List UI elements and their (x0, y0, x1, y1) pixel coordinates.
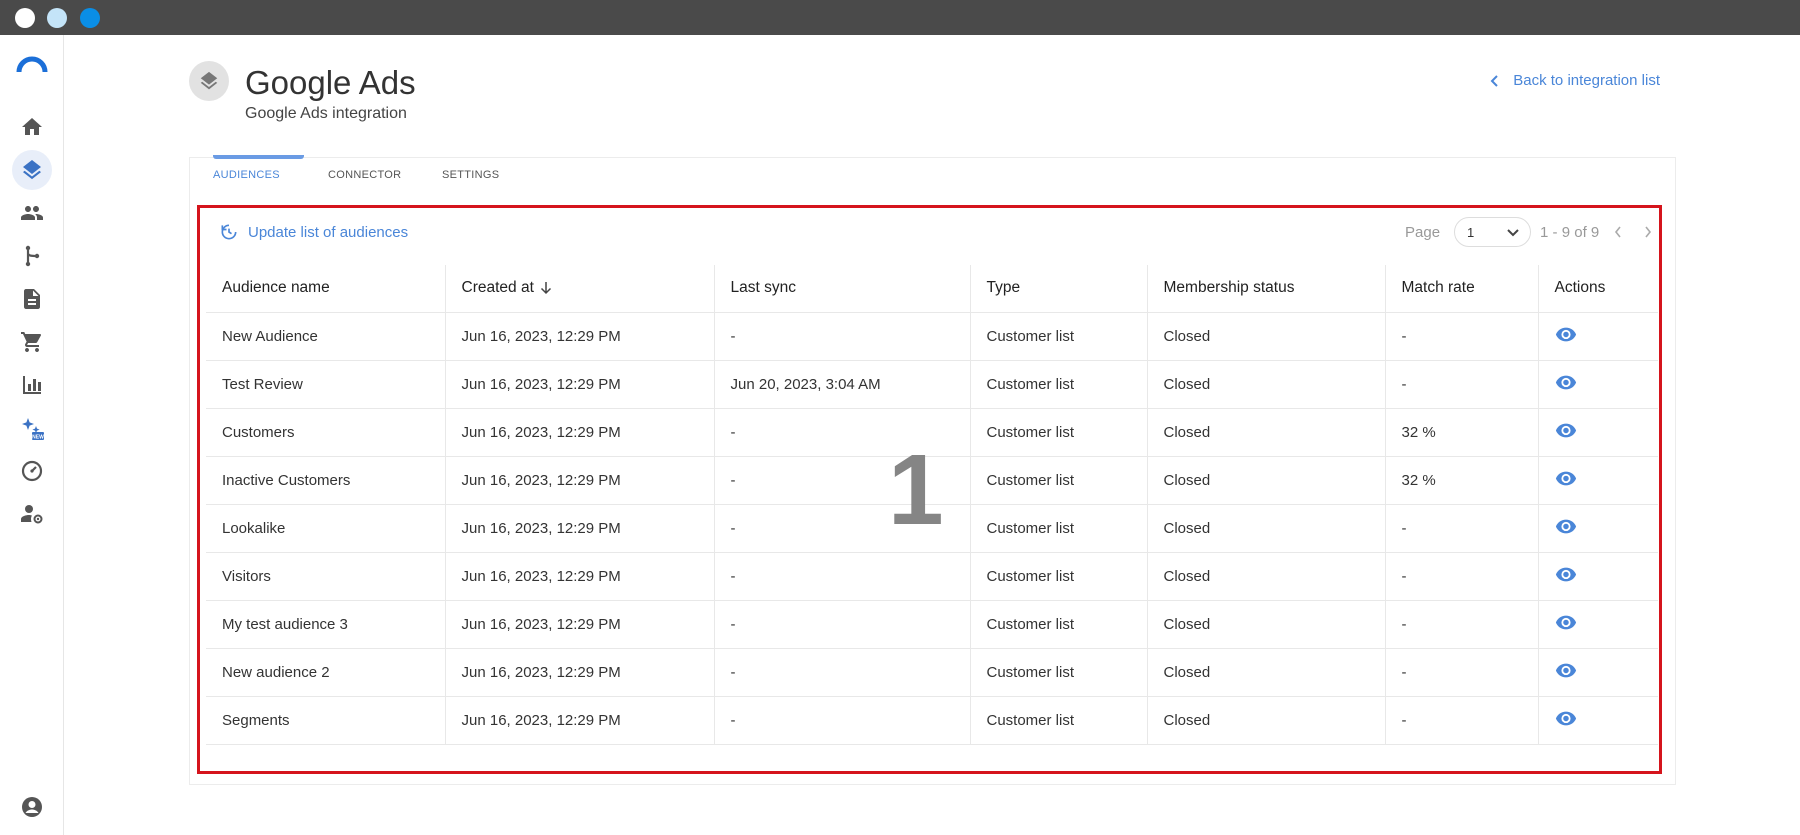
window-close-button[interactable] (15, 8, 35, 28)
tab-bar: AUDIENCES CONNECTOR SETTINGS (190, 155, 1675, 198)
sidebar-item-documents[interactable] (12, 279, 52, 319)
layers-icon (200, 71, 218, 90)
chevron-left-icon (1490, 74, 1498, 87)
sidebar-item-user-settings[interactable] (12, 494, 52, 534)
cart-icon (21, 332, 42, 352)
integration-icon (189, 61, 229, 101)
page-subtitle: Google Ads integration (245, 105, 407, 122)
sidebar-item-dashboard[interactable] (12, 451, 52, 491)
sidebar-item-audiences[interactable] (12, 193, 52, 233)
sidebar-item-ai-new[interactable]: NEW (12, 408, 52, 448)
window-titlebar (0, 0, 1800, 35)
bar-chart-icon (23, 376, 41, 394)
annotation-label: 1 (888, 434, 944, 546)
sparkles-new-icon: NEW (22, 418, 44, 440)
sidebar-item-account[interactable] (12, 787, 52, 827)
sidebar-item-commerce[interactable] (12, 322, 52, 362)
sidebar-item-integrations[interactable] (12, 150, 52, 190)
layers-icon (23, 160, 41, 180)
tab-audiences[interactable]: AUDIENCES (213, 169, 280, 181)
active-tab-indicator (213, 155, 304, 159)
home-icon (22, 118, 42, 135)
window-maximize-button[interactable] (80, 8, 100, 28)
tab-settings[interactable]: SETTINGS (442, 169, 499, 181)
back-link-label: Back to integration list (1513, 72, 1660, 89)
svg-text:NEW: NEW (32, 434, 44, 440)
dashboard-icon (21, 460, 43, 482)
back-to-integration-list-link[interactable]: Back to integration list (1489, 72, 1660, 89)
tab-connector[interactable]: CONNECTOR (328, 169, 401, 181)
sidebar-item-home[interactable] (12, 107, 52, 147)
brand-logo-icon (16, 56, 48, 73)
window-minimize-button[interactable] (47, 8, 67, 28)
flow-icon (25, 245, 40, 267)
document-icon (24, 289, 40, 309)
account-icon (22, 797, 42, 817)
sidebar-item-flows[interactable] (12, 236, 52, 276)
people-icon (21, 206, 43, 220)
user-settings-icon (21, 505, 43, 524)
sidebar-item-analytics[interactable] (12, 365, 52, 405)
sidebar: NEW (0, 35, 64, 835)
page-title: Google Ads (245, 64, 416, 101)
